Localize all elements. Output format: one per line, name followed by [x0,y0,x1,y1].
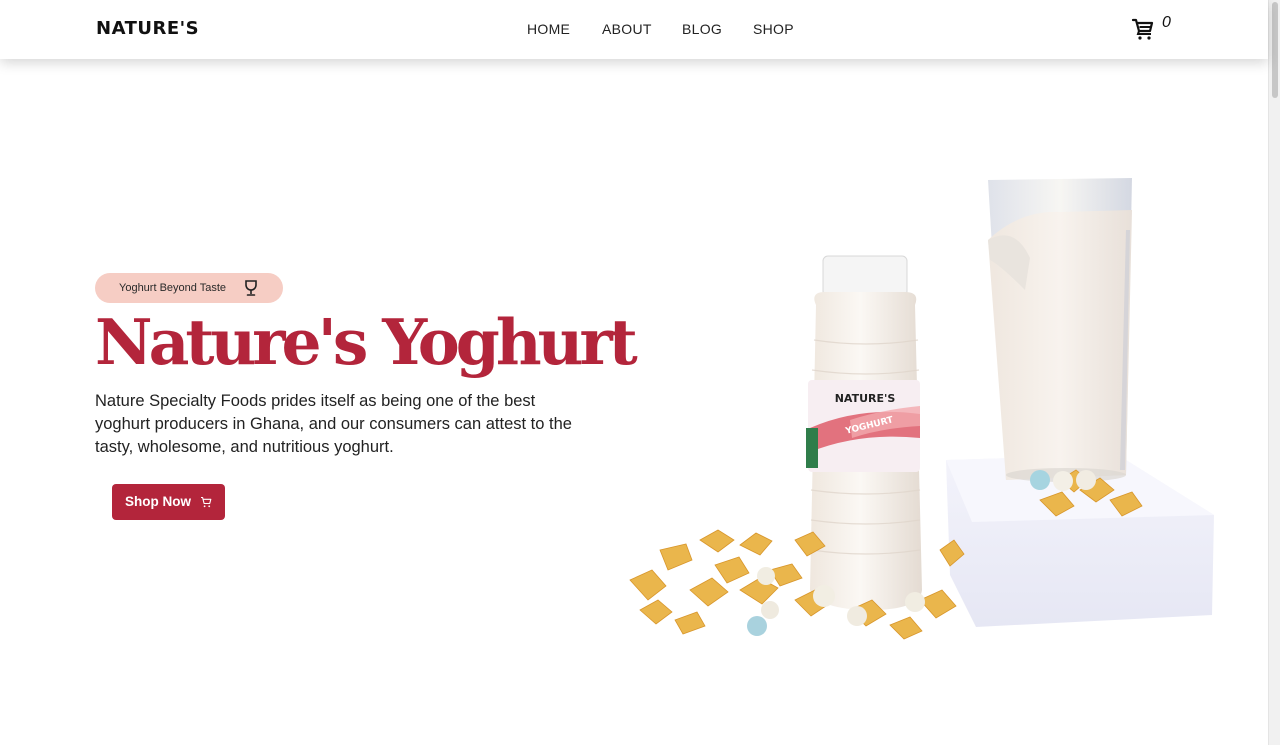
yoghurt-bottle: NATURE'S YOGHURT [806,255,922,610]
nav-about[interactable]: ABOUT [602,21,652,37]
nav-home[interactable]: HOME [527,21,570,37]
site-logo[interactable]: NATURE'S [96,18,199,39]
bottle-brand-text: NATURE'S [835,392,896,405]
scrollbar-thumb[interactable] [1272,2,1278,98]
site-header: NATURE'S HOME ABOUT BLOG SHOP 0 [0,0,1268,59]
cart-count: 0 [1162,14,1171,31]
nav-shop[interactable]: SHOP [753,21,794,37]
tagline-badge: Yoghurt Beyond Taste [95,273,283,303]
hero-title: Nature's Yoghurt [95,305,638,379]
nav-blog[interactable]: BLOG [682,21,722,37]
shop-now-label: Shop Now [125,494,191,509]
cart-icon [201,496,212,508]
product-image: NATURE'S YOGHURT [629,178,1214,640]
hero-description: Nature Specialty Foods prides itself as … [95,392,572,456]
page-scrollbar[interactable] [1268,0,1280,745]
shop-now-button[interactable]: Shop Now [112,484,225,520]
trophy-icon [245,280,257,296]
cart-icon[interactable] [1131,17,1155,41]
tagline-text: Yoghurt Beyond Taste [119,282,227,294]
milk-glass [988,178,1132,482]
